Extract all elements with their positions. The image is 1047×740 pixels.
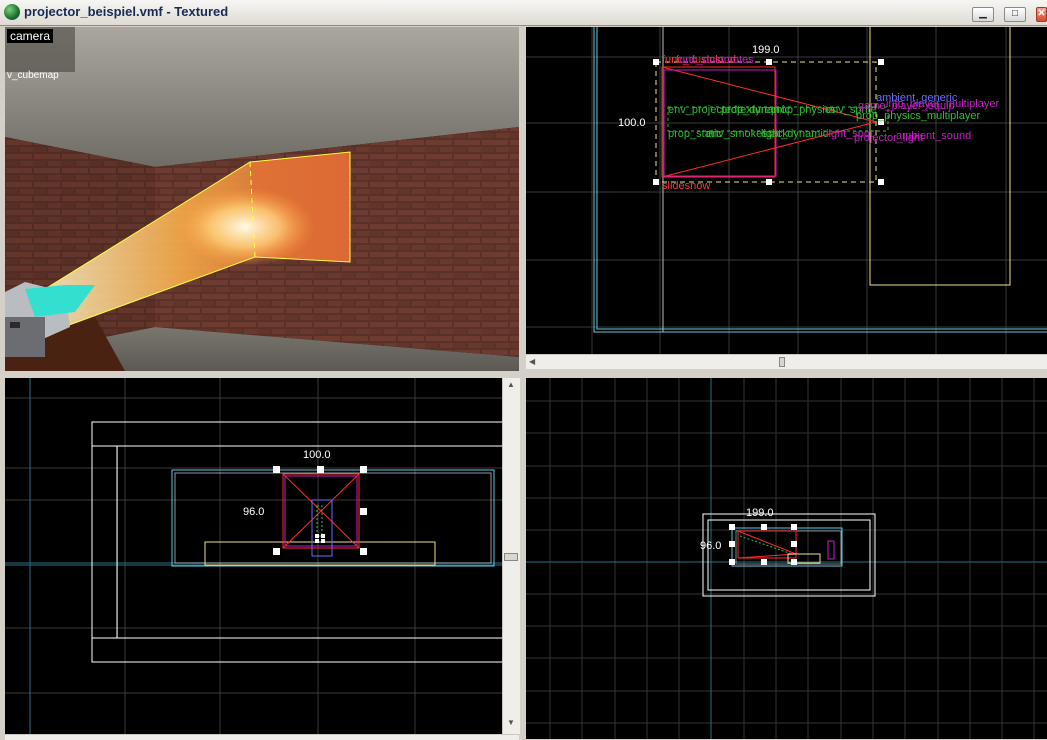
front-view-grid: 100.0 96.0 [5, 378, 502, 734]
entity-label-info-player-multiplayer: info_player_multiplayer [886, 98, 999, 110]
entity-label-prop-physics-multiplayer: prop_physics_multiplayer [856, 110, 980, 122]
top-view-grid: 199.0 100.0 func_dustcloud func_dustmote… [526, 27, 1047, 354]
side-viewport[interactable]: 199.0 96.0 [526, 378, 1047, 739]
top-height-label: 100.0 [618, 117, 646, 129]
camera-sublabel: v_cubemap [7, 70, 59, 81]
scroll-up-icon[interactable]: ▲ [507, 380, 515, 389]
front-viewport[interactable]: 100.0 96.0 [5, 378, 502, 734]
scroll-left-icon[interactable]: ◀ [529, 357, 535, 366]
minimize-button[interactable]: ▁ [972, 7, 994, 22]
side-view-grid: 199.0 96.0 [526, 378, 1047, 739]
side-height-label: 96.0 [700, 540, 721, 552]
maximize-button[interactable]: □ [1004, 7, 1026, 22]
camera-viewport[interactable]: camera v_cubemap [5, 27, 519, 371]
front-width-label: 100.0 [303, 449, 331, 461]
top-width-label: 199.0 [752, 44, 780, 56]
scroll-down-icon[interactable]: ▼ [507, 718, 515, 727]
scroll-thumb[interactable] [779, 357, 785, 367]
entity-label-projector-light: projector_light [854, 132, 923, 144]
maximize-icon: □ [1005, 9, 1025, 19]
top-viewport[interactable]: 199.0 100.0 func_dustcloud func_dustmote… [526, 27, 1047, 354]
camera-render [5, 27, 519, 371]
front-height-label: 96.0 [243, 506, 264, 518]
camera-label: camera [7, 29, 53, 43]
entity-label-light-dynamic: light_dynamic [761, 128, 829, 140]
app-icon [4, 4, 20, 20]
entity-label-slideshow: slideshow [662, 180, 710, 192]
front-view-vertical-scrollbar[interactable]: ▲ ▼ [502, 378, 520, 734]
entity-label-func-dustmotes: func_dustmotes [676, 54, 754, 66]
front-view-horizontal-scrollbar[interactable] [5, 734, 519, 740]
close-icon: ✕ [1037, 9, 1046, 19]
window-title: projector_beispiel.vmf - Textured [24, 4, 228, 19]
title-bar: projector_beispiel.vmf - Textured ▁ □ ✕ [0, 0, 1047, 26]
minimize-icon: ▁ [973, 9, 993, 19]
scroll-thumb[interactable] [504, 553, 518, 561]
side-width-label: 199.0 [746, 507, 774, 519]
close-button[interactable]: ✕ [1036, 7, 1047, 22]
top-view-horizontal-scrollbar[interactable]: ◀ [526, 354, 1047, 369]
